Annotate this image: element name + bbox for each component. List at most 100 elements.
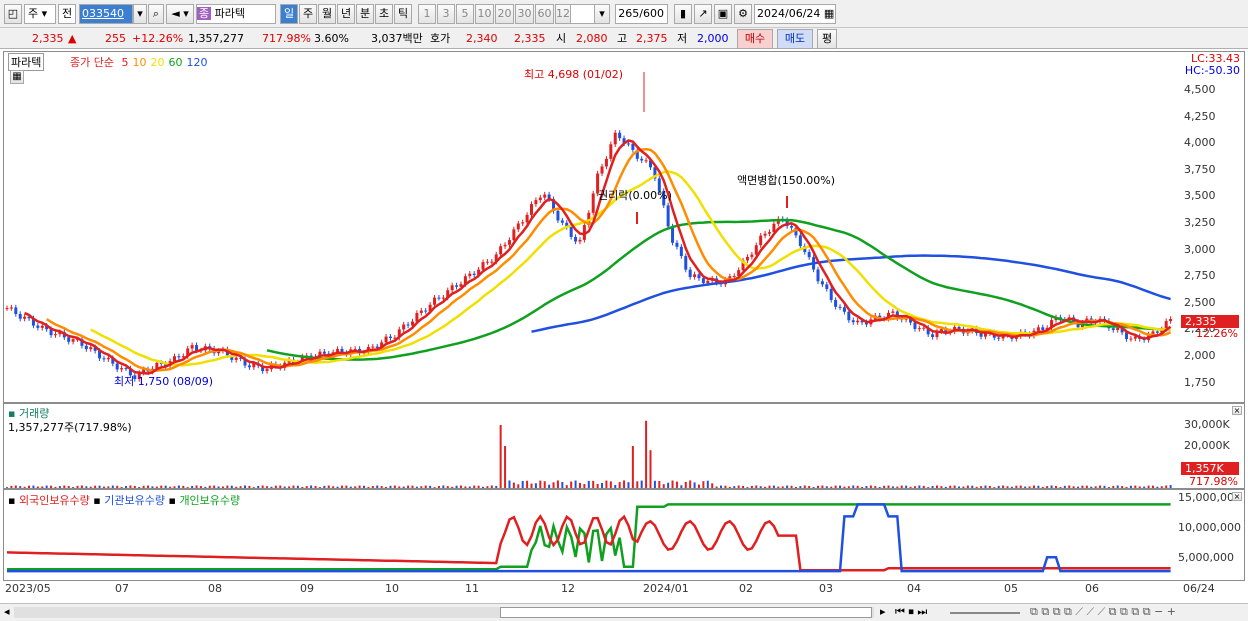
volume-bar <box>155 486 158 488</box>
stock-name-box[interactable]: 종 파라텍 <box>196 4 276 24</box>
candle-body <box>441 297 445 299</box>
tool-icons[interactable]: ⧉ ⧉ ⧉ ⧉ ⟋ ⟋ ⟋ ⧉ ⧉ ⧉ ⧉ − + <box>1030 605 1176 619</box>
candle-body <box>1155 331 1159 333</box>
interval-button-20[interactable]: 20 <box>495 4 514 24</box>
candle-body <box>768 232 772 234</box>
volume-bar <box>949 485 952 488</box>
scroll-left-icon[interactable]: ◂ <box>4 605 10 618</box>
volume-bar <box>640 480 643 488</box>
volume-bar <box>151 486 154 488</box>
volume-bar <box>645 420 648 488</box>
volume-bar <box>913 486 916 488</box>
volume-bar <box>226 485 229 488</box>
volume-bar <box>266 486 269 488</box>
volume-bar <box>160 485 163 488</box>
volume-bar <box>1037 485 1040 488</box>
all-type-button[interactable]: 전 <box>58 4 76 24</box>
search-icon[interactable]: ⌕ <box>148 4 164 24</box>
volume-bar <box>1156 486 1159 488</box>
volume-bar <box>808 485 811 488</box>
volume-chart[interactable] <box>4 404 1174 488</box>
draw-tool-icon[interactable]: ↗ <box>694 4 712 24</box>
save-icon[interactable]: ▣ <box>714 4 732 24</box>
scroll-right-icon[interactable]: ▸ <box>880 605 886 618</box>
candle-body <box>419 310 423 313</box>
volume-current-pct: 717.98% <box>1189 475 1238 488</box>
trade-amount: 3,037백만 <box>371 32 423 45</box>
bottom-scrollbar[interactable]: ◂ ▸ ⏮ ⏹ ⏭ ⧉ ⧉ ⧉ ⧉ ⟋ ⟋ ⟋ ⧉ ⧉ ⧉ ⧉ − + <box>0 603 1248 621</box>
stock-code-input[interactable]: 033540 <box>79 4 133 24</box>
volume-bar <box>252 487 255 488</box>
candle-body <box>763 233 767 236</box>
scroll-thumb[interactable] <box>500 607 872 618</box>
interval-button-1[interactable]: 1 <box>418 4 436 24</box>
close-icon[interactable]: × <box>1232 406 1242 415</box>
candle-body <box>120 368 124 370</box>
volume-bar <box>583 484 586 488</box>
sell-button[interactable]: 매도 <box>777 29 813 49</box>
volume-bar <box>1160 486 1163 488</box>
close-icon[interactable]: × <box>1232 492 1242 501</box>
period-button-6[interactable]: 틱 <box>394 4 412 24</box>
market-select[interactable]: 주 ▾ <box>24 4 56 24</box>
buy-button[interactable]: 매수 <box>737 29 773 49</box>
interval-button-60[interactable]: 60 <box>535 4 554 24</box>
period-button-0[interactable]: 일 <box>280 4 298 24</box>
period-button-2[interactable]: 월 <box>318 4 336 24</box>
volume-bar <box>398 486 401 488</box>
candle-body <box>424 310 428 312</box>
window-menu-icon[interactable]: ◰ <box>4 4 22 24</box>
interval-button-3[interactable]: 3 <box>437 4 455 24</box>
volume-bar <box>975 486 978 488</box>
price-chart[interactable] <box>4 52 1174 402</box>
interval-dropdown-icon[interactable]: ▾ <box>594 4 610 24</box>
date-input[interactable]: 2024/06/24 ▦ <box>754 4 836 24</box>
volume-bar <box>1010 486 1013 488</box>
volume-bar <box>799 486 802 488</box>
volume-bar <box>1015 485 1018 488</box>
volume-bar <box>777 486 780 488</box>
candle-body <box>917 328 921 330</box>
volume-bar <box>433 487 436 488</box>
candle-body <box>613 132 617 145</box>
count-input[interactable]: 265/600 <box>615 4 668 24</box>
x-tick: 06 <box>1085 582 1099 595</box>
candle-body <box>437 297 441 299</box>
volume-bar <box>896 486 899 488</box>
change-pct: +12.26% <box>132 32 184 45</box>
volume-bar <box>217 486 220 488</box>
candle-body <box>604 158 608 167</box>
volume-bar <box>883 485 886 488</box>
ma-line-60 <box>266 218 1171 361</box>
candle-body <box>666 205 670 227</box>
price-y-axis: 4,500 4,250 4,000 3,750 3,500 3,250 3,000 2,750… <box>1178 52 1238 402</box>
period-button-5[interactable]: 초 <box>375 4 393 24</box>
interval-button-10[interactable]: 10 <box>475 4 494 24</box>
nav-controls-icon[interactable]: ⏮ ⏹ ⏭ <box>895 605 927 619</box>
candle-icon[interactable]: ▮ <box>674 4 692 24</box>
volume-bar <box>1103 485 1106 488</box>
gear-icon[interactable]: ⚙ <box>734 4 752 24</box>
avg-button[interactable]: 평 <box>817 29 837 49</box>
candle-body <box>481 262 485 270</box>
candle-body <box>745 256 749 261</box>
interval-button-5[interactable]: 5 <box>456 4 474 24</box>
code-dropdown-icon[interactable]: ▾ <box>133 4 147 24</box>
period-button-4[interactable]: 분 <box>356 4 374 24</box>
holding-chart[interactable] <box>4 490 1174 580</box>
candle-body <box>102 358 106 360</box>
volume-bar <box>852 485 855 488</box>
period-button-3[interactable]: 년 <box>337 4 355 24</box>
volume-bar <box>19 486 22 488</box>
candle-body <box>521 222 525 224</box>
interval-button-30[interactable]: 30 <box>515 4 534 24</box>
candle-body <box>388 336 392 339</box>
zoom-slider[interactable] <box>950 612 1020 614</box>
speaker-icon[interactable]: ◄ ▾ <box>166 4 194 24</box>
candle-body <box>14 307 18 315</box>
volume-bar <box>878 486 881 488</box>
volume-bar <box>402 486 405 488</box>
period-button-1[interactable]: 주 <box>299 4 317 24</box>
volume-bar <box>565 485 568 488</box>
volume-bar <box>102 486 105 488</box>
